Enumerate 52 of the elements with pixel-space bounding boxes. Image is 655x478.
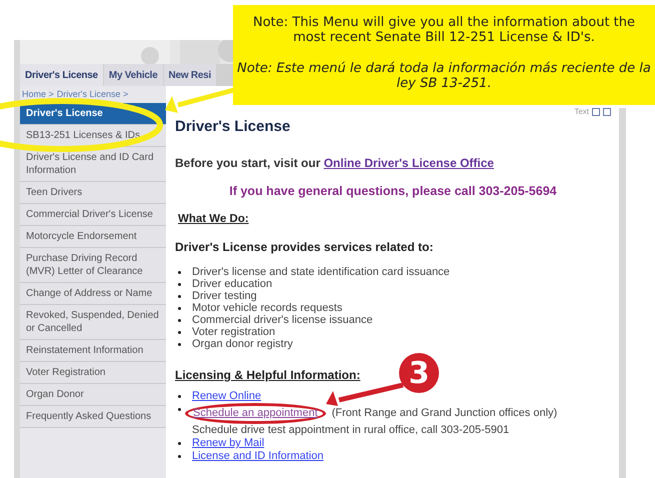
bullet-icon: [178, 318, 181, 322]
info-link[interactable]: Renew by Mail: [192, 437, 264, 450]
link-note: (Front Range and Grand Junction offices only): [332, 407, 558, 420]
bullet-icon: [178, 270, 181, 274]
link-note: Schedule drive test appointment in rural office, call 303-205-5901: [192, 424, 510, 437]
section-heading: Driver's License provides services related to:: [175, 239, 434, 256]
info-link[interactable]: Schedule an appointment: [193, 407, 318, 420]
sidebar-item[interactable]: Driver's License and ID Card Information: [20, 147, 166, 182]
sidebar-item[interactable]: Frequently Asked Questions: [20, 406, 166, 428]
section-heading: What We Do:: [177, 212, 250, 227]
service-item: Organ donor registry: [192, 338, 293, 350]
sidebar-item[interactable]: Purchase Driving Record (MVR) Letter of Clearance: [20, 248, 166, 283]
service-item: Voter registration: [192, 326, 276, 338]
nav-tab[interactable]: Driver's License: [20, 64, 103, 86]
bullet-icon: [178, 442, 181, 445]
nav-tab[interactable]: New Resi: [164, 64, 216, 86]
section-heading: Licensing & Helpful Information:: [175, 367, 360, 384]
bullet-icon: [178, 282, 181, 286]
sidebar-item[interactable]: Organ Donor: [20, 384, 166, 406]
service-item: Driver testing: [192, 290, 257, 302]
step-badge: 3: [399, 353, 439, 393]
phone-line: If you have general questions, please call 303-205-5694: [228, 183, 558, 200]
sidebar-item[interactable]: Change of Address or Name: [20, 283, 166, 305]
breadcrumb-link[interactable]: Driver's License >: [56, 88, 128, 102]
bullet-icon: [178, 330, 181, 334]
info-link[interactable]: License and ID Information: [192, 450, 324, 463]
service-item: Commercial driver's license issuance: [192, 314, 373, 326]
note-text: Note: This Menu will give you all the information about the most recent Senate Bill 12-251 License & ID's.: [252, 15, 636, 45]
nav-tab[interactable]: My Vehicle: [104, 64, 163, 86]
bullet-icon: [178, 306, 181, 310]
sidebar-item[interactable]: Commercial Driver's License: [20, 204, 166, 226]
breadcrumb-link[interactable]: Home >: [22, 88, 54, 102]
page-title: Driver's License: [175, 118, 292, 136]
service-item: Driver's license and state identification card issuance: [192, 266, 450, 278]
bullet-icon: [178, 455, 181, 458]
info-link[interactable]: Renew Online: [192, 390, 262, 403]
intro-text: Before you start, visit our Online Driver's License Office: [175, 155, 495, 172]
sidebar-item[interactable]: Voter Registration: [20, 362, 166, 384]
bullet-icon: [178, 408, 181, 411]
bullet-icon: [178, 294, 181, 298]
sidebar-item[interactable]: Reinstatement Information: [20, 340, 166, 362]
sidebar-item[interactable]: Revoked, Suspended, Denied or Cancelled: [20, 305, 166, 340]
service-item: Driver education: [192, 278, 272, 290]
note-text: Note: Este menú le dará toda la información más reciente de la ley SB 13-251.: [237, 61, 651, 91]
bullet-icon: [178, 342, 181, 346]
sidebar-item[interactable]: Teen Drivers: [20, 182, 166, 204]
text-size-label: Text: [574, 106, 589, 118]
service-item: Motor vehicle records requests: [192, 302, 342, 314]
arrow: [164, 86, 236, 114]
bullet-icon: [178, 395, 181, 398]
sidebar-item[interactable]: Motorcycle Endorsement: [20, 226, 166, 248]
office-link[interactable]: Online Driver's License Office: [324, 156, 494, 170]
